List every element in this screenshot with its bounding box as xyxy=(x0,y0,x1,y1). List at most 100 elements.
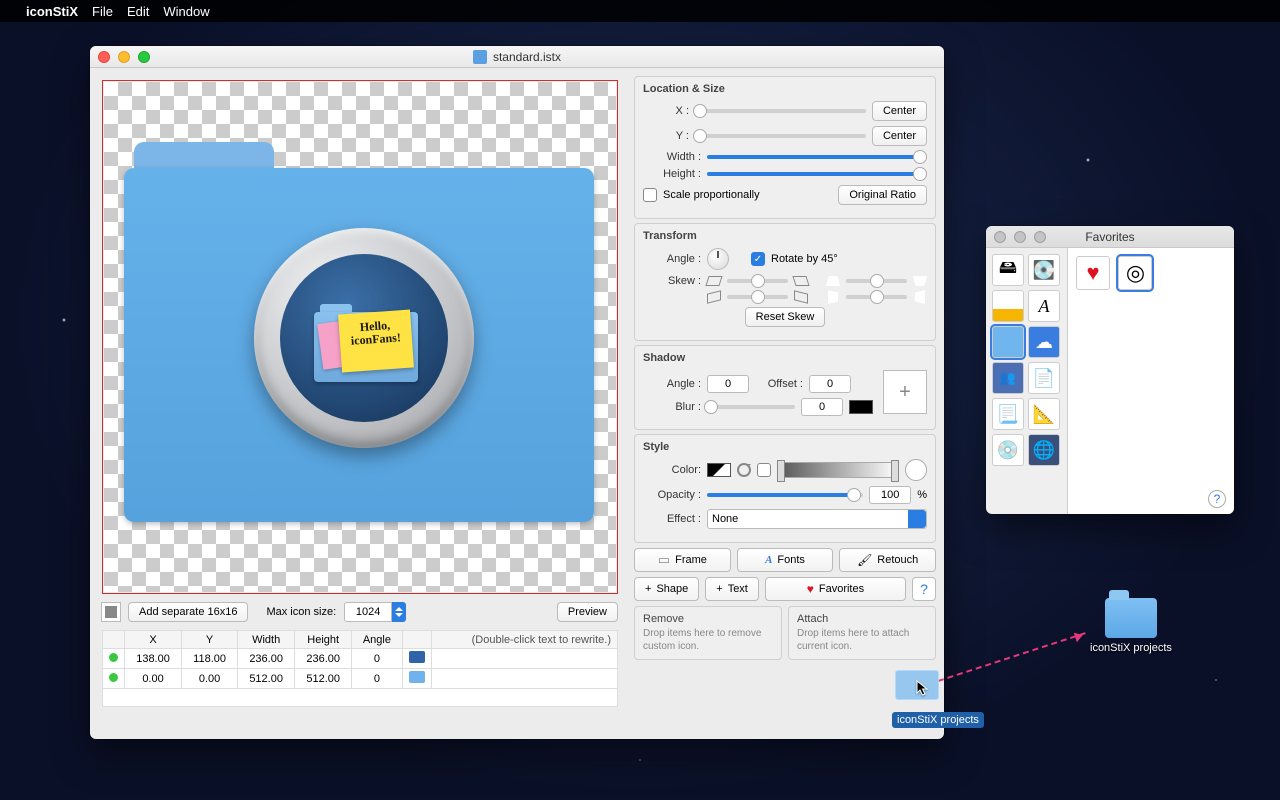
scale-proportionally-checkbox[interactable] xyxy=(643,188,657,202)
gradient-editor[interactable] xyxy=(777,462,899,478)
favorites-help-button[interactable]: ? xyxy=(1208,490,1226,508)
persp-y-bot-icon xyxy=(913,276,927,286)
gradient-enable-checkbox[interactable] xyxy=(757,463,771,477)
shadow-color-swatch[interactable] xyxy=(849,400,873,414)
close-button[interactable] xyxy=(98,51,110,63)
rotate-45-checkbox[interactable]: ✓ xyxy=(751,252,765,266)
preview-folder-layer[interactable]: Hello, iconFans! xyxy=(124,142,594,522)
fav-cat-disk-icon[interactable]: 💽 xyxy=(1028,254,1060,286)
skew-y-slider[interactable] xyxy=(727,295,788,299)
ring-layer[interactable]: Hello, iconFans! xyxy=(254,228,474,448)
reset-color-icon[interactable] xyxy=(737,463,751,477)
x-label: X : xyxy=(643,105,689,117)
original-ratio-button[interactable]: Original Ratio xyxy=(838,185,927,205)
opacity-input[interactable] xyxy=(869,486,911,504)
height-slider[interactable] xyxy=(707,172,927,176)
reset-skew-button[interactable]: Reset Skew xyxy=(745,307,826,327)
zoom-button[interactable] xyxy=(138,51,150,63)
shadow-offset-input[interactable] xyxy=(809,375,851,393)
x-center-button[interactable]: Center xyxy=(872,101,927,121)
zoom-button[interactable] xyxy=(1034,231,1046,243)
x-slider[interactable] xyxy=(695,109,866,113)
max-icon-size-input[interactable] xyxy=(344,602,392,622)
skew-x-left-icon xyxy=(705,276,722,286)
fav-cat-hdd-icon[interactable]: 🖴 xyxy=(992,254,1024,286)
attach-dropzone[interactable]: Attach Drop items here to attach current… xyxy=(788,606,936,660)
persp-x-slider[interactable] xyxy=(846,295,907,299)
remove-dropzone[interactable]: Remove Drop items here to remove custom … xyxy=(634,606,782,660)
attach-title: Attach xyxy=(797,613,927,625)
shadow-blur-input[interactable] xyxy=(801,398,843,416)
layers-table[interactable]: X Y Width Height Angle (Double-click tex… xyxy=(102,630,618,707)
fav-cat-cloud-icon[interactable]: ☁ xyxy=(1028,326,1060,358)
frame-button[interactable]: Frame xyxy=(634,548,731,572)
fav-cat-network-icon[interactable]: 🌐 xyxy=(1028,434,1060,466)
panel-transform: Transform Angle : ✓ Rotate by 45° Skew : xyxy=(634,223,936,341)
retouch-button[interactable]: Retouch xyxy=(839,548,936,572)
add-shape-button[interactable]: +Shape xyxy=(634,577,699,601)
opacity-slider[interactable] xyxy=(707,493,863,497)
help-button[interactable]: ? xyxy=(912,577,936,601)
table-row[interactable]: 138.00118.00 236.00236.00 0 xyxy=(103,649,618,669)
menu-window[interactable]: Window xyxy=(163,4,209,19)
icon-canvas[interactable]: Hello, iconFans! xyxy=(104,82,616,592)
fav-item-ring-icon[interactable]: ◎ xyxy=(1118,256,1152,290)
fav-cat-folder-icon[interactable] xyxy=(992,326,1024,358)
frame-icon xyxy=(658,552,670,568)
menubar: iconStiX File Edit Window xyxy=(0,0,1280,22)
y-slider[interactable] xyxy=(695,134,866,138)
favorites-window: Favorites 🖴 💽 A ☁ 👥 📄 📃 📐 💿 🌐 ♥ ◎ ? xyxy=(986,226,1234,514)
fav-cat-cd-icon[interactable]: 💿 xyxy=(992,434,1024,466)
table-row[interactable]: 0.000.00 512.00512.00 0 xyxy=(103,669,618,689)
app-menu[interactable]: iconStiX xyxy=(26,4,78,19)
persp-x-right-icon xyxy=(915,290,925,304)
preview-button[interactable]: Preview xyxy=(557,602,618,622)
fav-cat-shared-icon[interactable]: 👥 xyxy=(992,362,1024,394)
panel-title: Style xyxy=(643,441,927,453)
desktop-folder[interactable]: iconStiX projects xyxy=(1090,598,1172,654)
angle-knob[interactable] xyxy=(707,248,729,270)
shadow-angle-label: Angle : xyxy=(643,378,701,390)
fav-cat-app-icon[interactable]: 📐 xyxy=(1028,398,1060,430)
persp-y-slider[interactable] xyxy=(846,279,907,283)
fav-item-heart-icon[interactable]: ♥ xyxy=(1076,256,1110,290)
width-slider[interactable] xyxy=(707,155,927,159)
effect-select[interactable]: None xyxy=(707,509,927,529)
close-button[interactable] xyxy=(994,231,1006,243)
opacity-unit: % xyxy=(917,489,927,501)
col-width: Width xyxy=(238,631,295,649)
skew-x-slider[interactable] xyxy=(727,279,788,283)
col-y: Y xyxy=(182,631,238,649)
panel-title: Shadow xyxy=(643,352,927,364)
fav-cat-clipping-icon[interactable]: 📃 xyxy=(992,398,1024,430)
visibility-dot[interactable] xyxy=(109,653,118,662)
drag-label: iconStiX projects xyxy=(892,712,984,728)
panel-title: Transform xyxy=(643,230,927,242)
favorites-button[interactable]: ♥Favorites xyxy=(765,577,906,601)
shadow-angle-input[interactable] xyxy=(707,375,749,393)
add-16x16-button[interactable]: Add separate 16x16 xyxy=(128,602,248,622)
max-icon-size-stepper[interactable] xyxy=(344,602,406,622)
fonts-button[interactable]: AFonts xyxy=(737,548,834,572)
shadow-blur-slider[interactable] xyxy=(707,405,795,409)
add-text-button[interactable]: +Text xyxy=(705,577,759,601)
menu-file[interactable]: File xyxy=(92,4,113,19)
editor-titlebar[interactable]: standard.istx xyxy=(90,46,944,68)
fav-cat-font-icon[interactable]: A xyxy=(1028,290,1060,322)
shadow-offset-label: Offset : xyxy=(755,378,803,390)
visibility-dot[interactable] xyxy=(109,673,118,682)
fav-cat-external-icon[interactable] xyxy=(992,290,1024,322)
menu-edit[interactable]: Edit xyxy=(127,4,149,19)
shadow-preview-well[interactable]: + xyxy=(883,370,927,414)
minimize-button[interactable] xyxy=(118,51,130,63)
background-swatch[interactable] xyxy=(102,603,120,621)
gradient-angle-knob[interactable] xyxy=(905,459,927,481)
color-label: Color: xyxy=(643,464,701,476)
fav-cat-document-icon[interactable]: 📄 xyxy=(1028,362,1060,394)
color-well[interactable] xyxy=(707,463,731,477)
document-proxy-icon[interactable] xyxy=(473,50,487,64)
minimize-button[interactable] xyxy=(1014,231,1026,243)
y-center-button[interactable]: Center xyxy=(872,126,927,146)
favorites-titlebar[interactable]: Favorites xyxy=(986,226,1234,248)
sticky-note-text: Hello, iconFans! xyxy=(338,310,414,373)
